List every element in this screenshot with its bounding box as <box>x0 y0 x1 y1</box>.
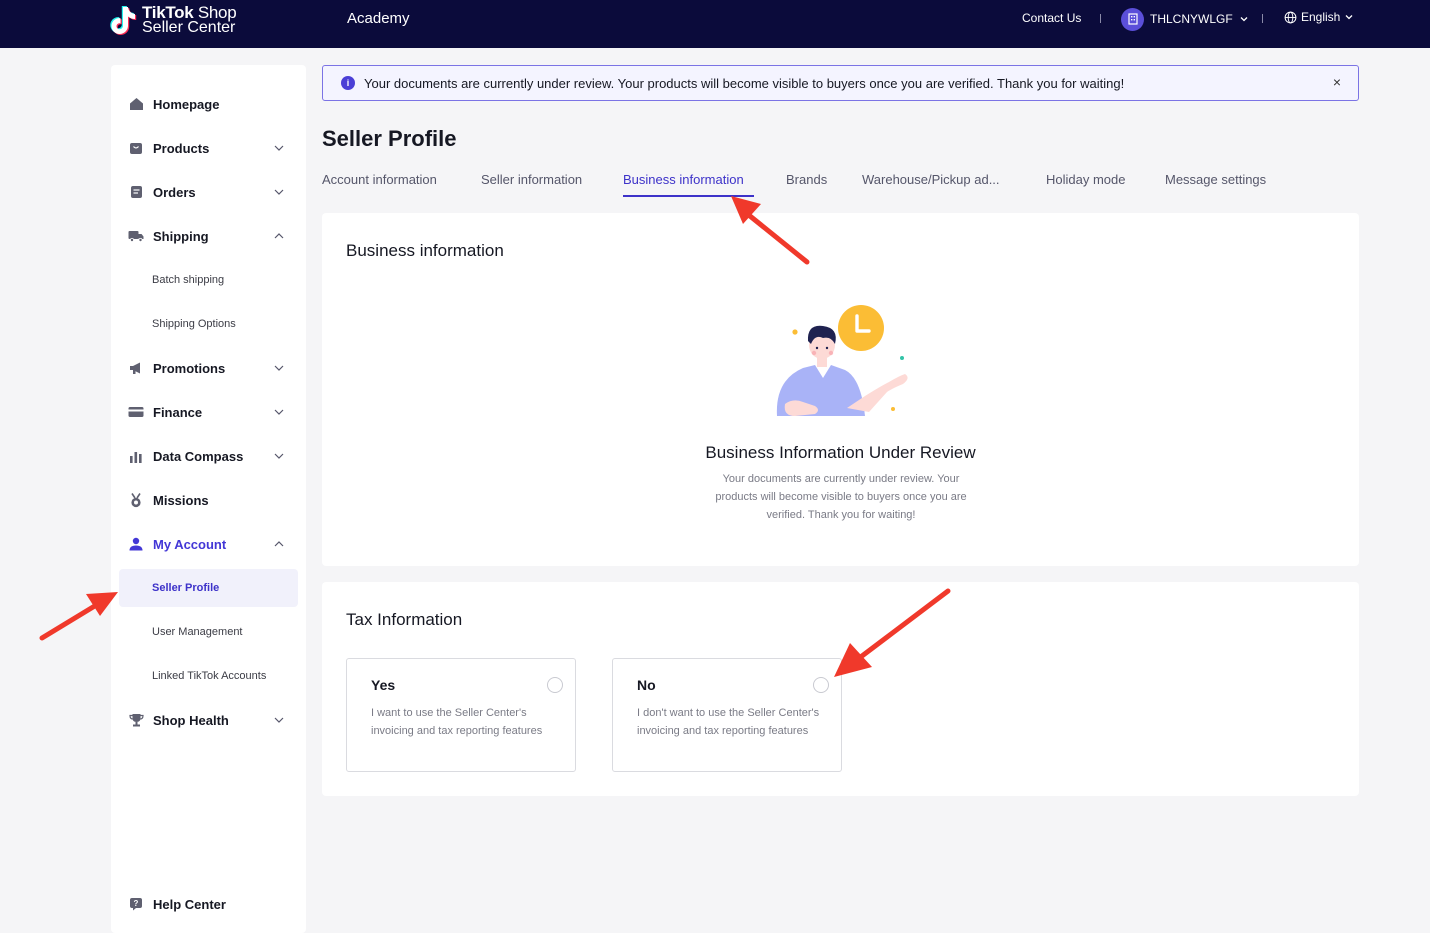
review-status-description: Your documents are currently under revie… <box>715 473 967 521</box>
truck-icon <box>128 228 144 244</box>
tab-warehouse-pickup[interactable]: Warehouse/Pickup ad... <box>862 172 1000 187</box>
radio-yes[interactable] <box>547 677 563 693</box>
trophy-icon <box>128 712 144 728</box>
sidebar-subitem-label: Seller Profile <box>152 582 220 594</box>
close-icon[interactable]: × <box>1330 75 1344 89</box>
sidebar-subitem-label: Linked TikTok Accounts <box>152 670 267 682</box>
sidebar-subitem-label: Batch shipping <box>152 274 225 286</box>
sidebar-subitem-shipping-options[interactable]: Shipping Options <box>119 305 298 343</box>
chevron-down-icon <box>274 145 284 151</box>
option-description: I don't want to use the Seller Center's … <box>637 707 820 737</box>
logo-seller-center: Seller Center <box>142 19 236 36</box>
option-description: I want to use the Seller Center's invoic… <box>371 707 543 737</box>
language-label: English <box>1301 10 1341 24</box>
business-information-title: Business information <box>346 241 504 260</box>
top-bar: TikTok Shop Seller Center Academy Contac… <box>0 0 1430 48</box>
globe-icon <box>1284 11 1297 23</box>
sidebar-item-label: Products <box>153 140 210 156</box>
chevron-down-icon <box>274 409 284 415</box>
sidebar-item-products[interactable]: Products <box>111 130 306 166</box>
bag-icon <box>128 140 144 156</box>
chevron-down-icon <box>1345 15 1353 20</box>
chevron-down-icon <box>274 453 284 459</box>
business-information-card: Business information Business Informatio… <box>322 213 1359 566</box>
info-icon: i <box>341 76 355 90</box>
header-divider <box>1100 14 1101 23</box>
option-title: No <box>637 677 656 693</box>
tax-information-title: Tax Information <box>346 610 463 629</box>
sidebar-item-my-account[interactable]: My Account <box>111 526 306 562</box>
user-menu[interactable]: THLCNYWLGF <box>1121 7 1249 31</box>
header-divider <box>1262 14 1263 23</box>
radio-no[interactable] <box>813 677 829 693</box>
sidebar-item-help-center[interactable]: ? Help Center <box>111 886 306 922</box>
sidebar-subitem-user-management[interactable]: User Management <box>119 613 298 651</box>
chevron-down-icon <box>1240 17 1248 22</box>
sidebar-item-label: Missions <box>153 492 209 508</box>
tax-option-no[interactable]: No I don't want to use the Seller Center… <box>612 658 842 772</box>
academy-link[interactable]: Academy <box>347 10 410 27</box>
card-icon <box>128 404 144 420</box>
megaphone-icon <box>128 360 144 376</box>
page-title: Seller Profile <box>322 126 457 151</box>
tab-business-information[interactable]: Business information <box>623 172 744 187</box>
shop-avatar <box>1121 7 1144 31</box>
tab-message-settings[interactable]: Message settings <box>1165 172 1266 187</box>
sidebar-item-label: Help Center <box>153 896 226 912</box>
sidebar: Homepage Products Orders Shipping Batch … <box>111 65 306 933</box>
chevron-up-icon <box>274 541 284 547</box>
tab-holiday-mode[interactable]: Holiday mode <box>1046 172 1126 187</box>
tiktok-shop-logo[interactable]: TikTok Shop Seller Center <box>110 2 250 38</box>
review-status-title: Business Information Under Review <box>705 443 976 462</box>
sidebar-subitem-label: Shipping Options <box>152 318 236 330</box>
sidebar-item-label: Homepage <box>153 96 220 112</box>
language-selector[interactable]: English <box>1284 10 1354 24</box>
tab-account-information[interactable]: Account information <box>322 172 437 187</box>
sidebar-subitem-batch-shipping[interactable]: Batch shipping <box>119 261 298 299</box>
tab-brands[interactable]: Brands <box>786 172 827 187</box>
medal-icon <box>128 492 144 508</box>
banner-message: Your documents are currently under revie… <box>364 75 1125 91</box>
building-icon <box>1127 13 1138 25</box>
user-icon <box>128 536 144 552</box>
chevron-down-icon <box>274 365 284 371</box>
user-name: THLCNYWLGF <box>1150 12 1233 26</box>
logo-text: TikTok Shop Seller Center <box>142 4 237 36</box>
bar-chart-icon <box>128 448 144 464</box>
sidebar-item-label: Shop Health <box>153 712 229 728</box>
chevron-down-icon <box>274 189 284 195</box>
tax-option-yes[interactable]: Yes I want to use the Seller Center's in… <box>346 658 576 772</box>
svg-text:?: ? <box>134 899 139 908</box>
sidebar-item-data-compass[interactable]: Data Compass <box>111 438 306 474</box>
sidebar-item-missions[interactable]: Missions <box>111 482 306 518</box>
sidebar-item-promotions[interactable]: Promotions <box>111 350 306 386</box>
chevron-up-icon <box>274 233 284 239</box>
contact-us-link[interactable]: Contact Us <box>1022 11 1081 25</box>
sidebar-item-label: My Account <box>153 536 227 552</box>
sidebar-item-label: Shipping <box>153 228 209 244</box>
orders-icon <box>128 184 144 200</box>
sidebar-item-shop-health[interactable]: Shop Health <box>111 702 306 738</box>
tab-seller-information[interactable]: Seller information <box>481 172 582 187</box>
sidebar-item-label: Data Compass <box>153 448 244 464</box>
sidebar-item-finance[interactable]: Finance <box>111 394 306 430</box>
review-notice-banner: i Your documents are currently under rev… <box>322 65 1359 101</box>
sidebar-item-shipping[interactable]: Shipping <box>111 218 306 254</box>
home-icon <box>128 96 144 112</box>
sidebar-subitem-label: User Management <box>152 626 243 638</box>
sidebar-item-label: Orders <box>153 184 196 200</box>
help-icon: ? <box>128 896 144 912</box>
sidebar-subitem-seller-profile[interactable]: Seller Profile <box>119 569 298 607</box>
tax-information-card: Tax Information Yes I want to use the Se… <box>322 582 1359 796</box>
sidebar-item-orders[interactable]: Orders <box>111 174 306 210</box>
sidebar-item-label: Promotions <box>153 360 226 376</box>
sidebar-subitem-linked-accounts[interactable]: Linked TikTok Accounts <box>119 657 298 695</box>
sidebar-item-label: Finance <box>153 404 203 420</box>
option-title: Yes <box>371 677 396 693</box>
chevron-down-icon <box>274 717 284 723</box>
active-tab-indicator <box>623 195 754 197</box>
under-review-illustration <box>776 305 908 416</box>
tiktok-logo-icon <box>110 6 137 35</box>
sidebar-item-homepage[interactable]: Homepage <box>111 86 306 122</box>
